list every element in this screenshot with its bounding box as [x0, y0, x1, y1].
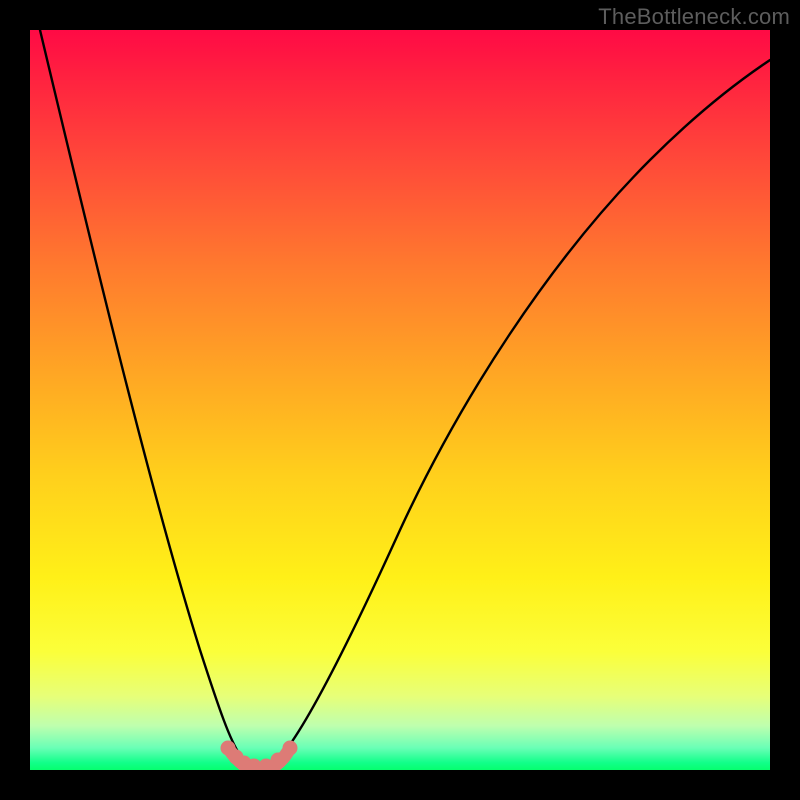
chart-frame: TheBottleneck.com	[0, 0, 800, 800]
plot-area	[30, 30, 770, 770]
chart-overlay	[30, 30, 770, 770]
trough-connector	[228, 748, 290, 770]
bottleneck-curve	[40, 30, 770, 768]
trough-marker-group	[221, 741, 297, 770]
attribution-label: TheBottleneck.com	[598, 4, 790, 30]
